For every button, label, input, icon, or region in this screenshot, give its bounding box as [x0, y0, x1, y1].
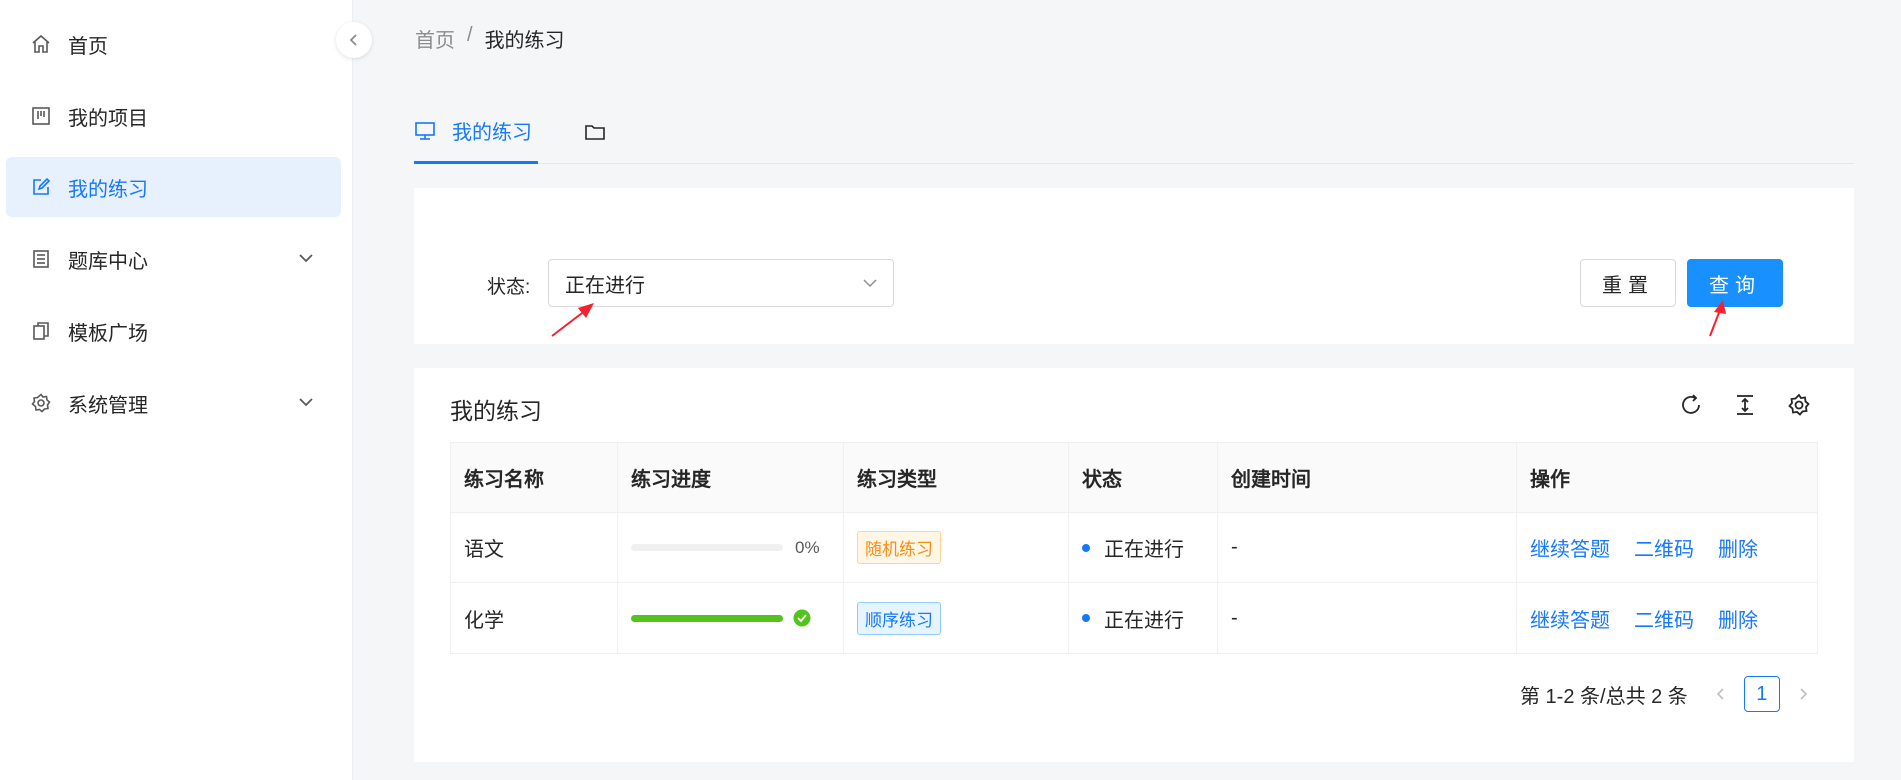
folder-icon — [584, 122, 606, 142]
sidebar-item-label: 我的练习 — [68, 178, 148, 201]
chevron-down-icon — [861, 274, 879, 297]
status-select-value: 正在进行 — [565, 274, 645, 297]
table-title: 我的练习 — [450, 398, 542, 424]
previous-page-button[interactable] — [1710, 683, 1732, 705]
column-header: 练习名称 — [451, 443, 618, 512]
copy-icon — [30, 320, 52, 342]
actions-cell: 继续答题 二维码 删除 — [1517, 583, 1817, 653]
book-icon — [30, 248, 52, 270]
query-button[interactable]: 查询 — [1687, 259, 1783, 307]
status-dot — [1082, 543, 1090, 552]
sidebar-item-my-projects[interactable]: 我的项目 — [6, 86, 341, 146]
project-board-icon — [30, 105, 52, 127]
tab-my-practice[interactable]: 我的练习 — [414, 100, 538, 164]
progress-text: 0% — [795, 537, 820, 557]
breadcrumb: 首页 / 我的练习 — [415, 24, 565, 53]
chevron-down-icon — [297, 393, 315, 411]
delete-link[interactable]: 删除 — [1718, 604, 1758, 633]
next-page-button[interactable] — [1792, 683, 1814, 705]
sidebar-item-label: 我的项目 — [68, 107, 148, 130]
sidebar-collapse-button[interactable] — [336, 22, 372, 58]
filter-panel: 状态: 正在进行 重置 查询 — [414, 188, 1854, 344]
sidebar-item-label: 系统管理 — [68, 394, 148, 417]
sidebar-item-label: 首页 — [68, 35, 108, 58]
qr-code-link[interactable]: 二维码 — [1634, 604, 1694, 633]
refresh-icon[interactable] — [1676, 390, 1706, 420]
table-header-row: 练习名称 练习进度 练习类型 状态 创建时间 操作 — [451, 443, 1817, 513]
practice-table-panel: 我的练习 练习名称 练习进度 练习类型 状态 创建时间 操作 语文 0% 随机练… — [414, 368, 1854, 762]
table-row: 化学 顺序练习 正在进行 - 继续答题 二维码 删除 — [451, 583, 1817, 653]
annotation-arrow-icon — [1709, 300, 1726, 337]
actions-cell: 继续答题 二维码 删除 — [1517, 513, 1817, 582]
tab-bar: 我的练习 — [414, 100, 1854, 164]
progress-cell — [618, 583, 844, 653]
status-filter-label: 状态: — [487, 277, 531, 298]
home-icon — [30, 33, 52, 55]
delete-link[interactable]: 删除 — [1718, 533, 1758, 562]
status-dot — [1082, 614, 1090, 622]
sidebar-item-label: 模板广场 — [68, 322, 148, 345]
created-time: - — [1218, 513, 1517, 582]
practice-type-tag: 顺序练习 — [857, 601, 941, 635]
breadcrumb-current: 我的练习 — [484, 30, 565, 52]
sidebar-item-home[interactable]: 首页 — [6, 14, 341, 74]
practice-name: 语文 — [451, 513, 618, 582]
chevron-right-icon — [1800, 688, 1807, 700]
created-time: - — [1218, 583, 1517, 653]
breadcrumb-separator: / — [467, 24, 473, 46]
chevron-down-icon — [297, 249, 315, 267]
chevron-left-icon — [1716, 688, 1724, 700]
breadcrumb-home-link[interactable]: 首页 — [415, 24, 455, 53]
monitor-icon — [414, 121, 436, 141]
practice-type-tag: 随机练习 — [857, 531, 941, 564]
sidebar-item-template-square[interactable]: 模板广场 — [6, 301, 341, 361]
reset-button[interactable]: 重置 — [1580, 259, 1676, 307]
check-circle-icon — [793, 609, 811, 627]
column-header: 练习类型 — [844, 443, 1069, 512]
type-cell: 随机练习 — [844, 513, 1069, 582]
table-row: 语文 0% 随机练习 正在进行 - 继续答题 二维码 删除 — [451, 513, 1817, 583]
qr-code-link[interactable]: 二维码 — [1634, 533, 1694, 562]
sidebar-item-question-bank[interactable]: 题库中心 — [6, 229, 341, 289]
progress-cell: 0% — [618, 513, 844, 582]
tab-folder[interactable] — [584, 100, 614, 164]
progress-fill — [631, 614, 783, 622]
edit-icon — [30, 176, 52, 198]
status-cell: 正在进行 — [1069, 583, 1218, 653]
sidebar-item-my-practice[interactable]: 我的练习 — [6, 157, 341, 217]
pagination-summary: 第 1-2 条/总共 2 条 — [1520, 685, 1688, 708]
status-text: 正在进行 — [1104, 539, 1184, 561]
column-header: 练习进度 — [618, 443, 844, 512]
continue-answer-link[interactable]: 继续答题 — [1530, 533, 1610, 562]
status-text: 正在进行 — [1104, 609, 1184, 632]
continue-answer-link[interactable]: 继续答题 — [1530, 604, 1610, 633]
sidebar-item-system-management[interactable]: 系统管理 — [6, 373, 341, 433]
setting-icon[interactable] — [1784, 390, 1814, 420]
gear-icon — [30, 392, 52, 414]
practice-table: 练习名称 练习进度 练习类型 状态 创建时间 操作 语文 0% 随机练习 正在进… — [450, 442, 1818, 654]
page-number-button[interactable]: 1 — [1743, 676, 1780, 712]
tab-label: 我的练习 — [452, 122, 532, 144]
sidebar: 首页 我的项目 我的练习 题库中心 模板广场 系统管理 — [0, 0, 353, 780]
pagination: 第 1-2 条/总共 2 条 1 — [1520, 676, 1814, 712]
chevron-left-icon — [349, 34, 357, 46]
column-height-icon[interactable] — [1730, 390, 1760, 420]
annotation-arrow-icon — [551, 303, 594, 337]
column-header: 操作 — [1530, 469, 1570, 491]
status-cell: 正在进行 — [1069, 513, 1218, 582]
column-header: 创建时间 — [1218, 443, 1517, 512]
column-header: 状态 — [1069, 443, 1218, 512]
sidebar-item-label: 题库中心 — [68, 250, 148, 273]
progress-bar — [631, 614, 783, 622]
progress-bar — [631, 544, 783, 551]
practice-name: 化学 — [451, 583, 618, 653]
type-cell: 顺序练习 — [844, 583, 1069, 653]
